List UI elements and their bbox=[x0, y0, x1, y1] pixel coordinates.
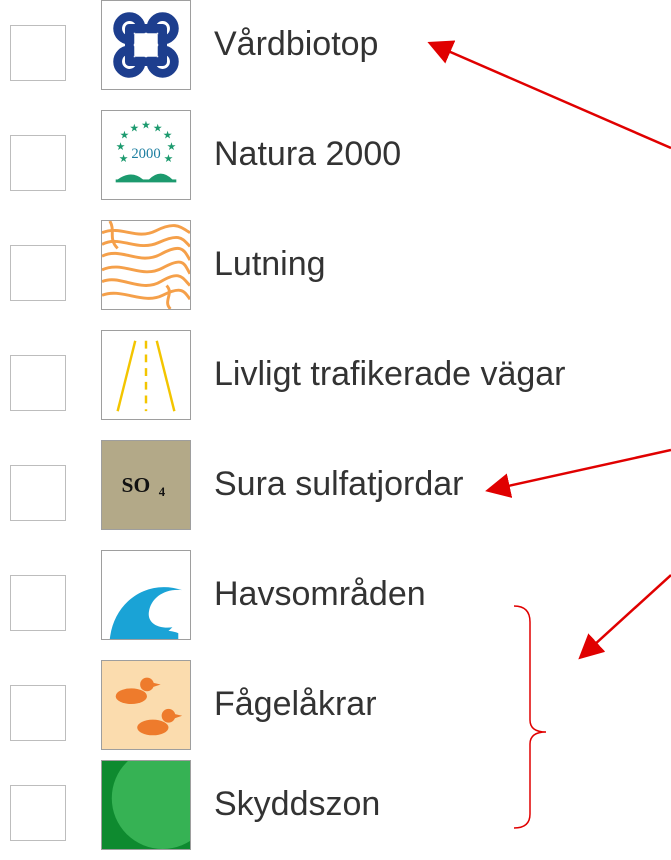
road-icon bbox=[101, 330, 191, 420]
layer-checkbox[interactable] bbox=[10, 785, 66, 841]
layer-label: Natura 2000 bbox=[214, 135, 402, 173]
layer-row-sura-sulfatjordar[interactable]: SO 4 Sura sulfatjordar bbox=[0, 440, 671, 540]
layer-label: Livligt trafikerade vägar bbox=[214, 355, 566, 393]
layer-row-livligt-trafikerade-vagar[interactable]: Livligt trafikerade vägar bbox=[0, 330, 671, 430]
protection-zone-icon bbox=[101, 760, 191, 850]
contour-lines-icon bbox=[101, 220, 191, 310]
svg-text:★: ★ bbox=[141, 119, 151, 132]
layer-row-havsomraden[interactable]: Havsområden bbox=[0, 550, 671, 650]
layer-checkbox[interactable] bbox=[10, 25, 66, 81]
layer-checkbox[interactable] bbox=[10, 685, 66, 741]
layer-row-natura-2000[interactable]: ★ ★ ★ ★ ★ ★ ★ ★ ★ 2000 Natura 2000 bbox=[0, 110, 671, 210]
svg-text:★: ★ bbox=[129, 122, 139, 135]
layer-checkbox[interactable] bbox=[10, 465, 66, 521]
layer-row-vardbiotop[interactable]: Vårdbiotop bbox=[0, 0, 671, 100]
wave-icon bbox=[101, 550, 191, 640]
svg-text:★: ★ bbox=[164, 152, 174, 165]
svg-text:★: ★ bbox=[119, 152, 129, 165]
layer-label: Sura sulfatjordar bbox=[214, 465, 464, 503]
layer-row-fagelakrar[interactable]: Fågelåkrar bbox=[0, 660, 671, 760]
layer-label: Lutning bbox=[214, 245, 326, 283]
layer-label: Vårdbiotop bbox=[214, 25, 379, 63]
command-key-icon bbox=[101, 0, 191, 90]
natura-icon-text: 2000 bbox=[131, 146, 160, 162]
layer-checkbox[interactable] bbox=[10, 135, 66, 191]
layer-checkbox[interactable] bbox=[10, 575, 66, 631]
so4-icon: SO 4 bbox=[101, 440, 191, 530]
layer-row-lutning[interactable]: Lutning bbox=[0, 220, 671, 320]
natura-2000-icon: ★ ★ ★ ★ ★ ★ ★ ★ ★ 2000 bbox=[101, 110, 191, 200]
ducks-icon bbox=[101, 660, 191, 750]
layer-label: Fågelåkrar bbox=[214, 685, 377, 723]
svg-text:★: ★ bbox=[153, 122, 163, 135]
layer-row-skyddszon[interactable]: Skyddszon bbox=[0, 760, 671, 860]
layer-checkbox[interactable] bbox=[10, 355, 66, 411]
layer-label: Havsområden bbox=[214, 575, 426, 613]
layer-label: Skyddszon bbox=[214, 785, 381, 823]
so4-icon-subscript: 4 bbox=[159, 485, 166, 499]
so4-icon-text: SO bbox=[122, 473, 151, 497]
layer-checkbox[interactable] bbox=[10, 245, 66, 301]
